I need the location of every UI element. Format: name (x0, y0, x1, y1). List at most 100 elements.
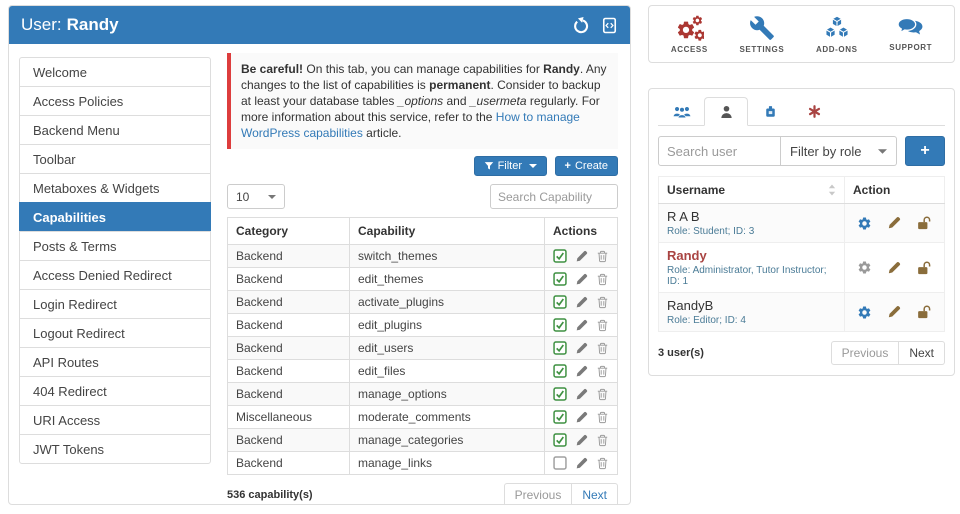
capability-checkbox-icon[interactable] (553, 364, 567, 378)
default-asterisk-icon (808, 105, 821, 118)
visitor-icon (764, 105, 777, 118)
sidebar-item-toolbar[interactable]: Toolbar (19, 144, 211, 174)
settings-sidebar: Welcome Access Policies Backend Menu Too… (19, 57, 211, 505)
edit-capability-icon[interactable] (575, 250, 588, 263)
undo-icon[interactable] (572, 17, 589, 34)
capability-checkbox-icon[interactable] (553, 433, 567, 447)
edit-user-icon[interactable] (887, 305, 901, 319)
delete-capability-icon[interactable] (596, 457, 609, 470)
capability-checkbox-icon[interactable] (553, 272, 567, 286)
edit-capability-icon[interactable] (575, 411, 588, 424)
file-code-icon[interactable] (601, 17, 618, 34)
sidebar-item-api-routes[interactable]: API Routes (19, 347, 211, 377)
user-search-controls: Filter by role + (658, 136, 945, 166)
delete-capability-icon[interactable] (596, 342, 609, 355)
tab-users[interactable] (704, 97, 748, 126)
manage-user-gear-icon[interactable] (857, 305, 872, 320)
next-page-button[interactable]: Next (572, 483, 618, 505)
capability-checkbox-icon[interactable] (553, 295, 567, 309)
delete-capability-icon[interactable] (596, 319, 609, 332)
sidebar-item-logout-redirect[interactable]: Logout Redirect (19, 318, 211, 348)
sidebar-item-capabilities[interactable]: Capabilities (19, 202, 211, 232)
delete-capability-icon[interactable] (596, 296, 609, 309)
lock-user-icon[interactable] (916, 305, 932, 319)
edit-user-icon[interactable] (887, 216, 901, 230)
capability-cell: edit_plugins (350, 314, 545, 337)
capability-checkbox-icon[interactable] (553, 456, 567, 470)
capability-cell: switch_themes (350, 245, 545, 268)
edit-capability-icon[interactable] (575, 319, 588, 332)
tab-roles[interactable] (660, 97, 704, 126)
subject-manager-panel: Filter by role + Username Action R A B R… (648, 88, 955, 376)
previous-page-button[interactable]: Previous (504, 483, 573, 505)
capability-checkbox-icon[interactable] (553, 341, 567, 355)
sidebar-item-posts-terms[interactable]: Posts & Terms (19, 231, 211, 261)
tab-visitors[interactable] (748, 97, 792, 126)
category-cell: Backend (228, 314, 350, 337)
capability-row: Miscellaneous moderate_comments (228, 406, 618, 429)
delete-capability-icon[interactable] (596, 273, 609, 286)
page-size-select[interactable]: 10 (227, 184, 285, 209)
previous-page-button[interactable]: Previous (831, 341, 900, 365)
lock-user-icon[interactable] (916, 216, 932, 230)
sidebar-item-uri-access[interactable]: URI Access (19, 405, 211, 435)
capability-row: Backend edit_plugins (228, 314, 618, 337)
plus-icon: + (920, 142, 929, 160)
username[interactable]: Randy (667, 248, 836, 263)
sidebar-item-backend-menu[interactable]: Backend Menu (19, 115, 211, 145)
lock-user-icon[interactable] (916, 261, 932, 275)
delete-capability-icon[interactable] (596, 388, 609, 401)
manage-user-gear-icon[interactable] (857, 260, 872, 275)
category-cell: Backend (228, 360, 350, 383)
edit-capability-icon[interactable] (575, 388, 588, 401)
caret-down-icon (529, 164, 537, 168)
next-page-button[interactable]: Next (899, 341, 945, 365)
capabilities-pagination: Previous Next (504, 483, 618, 505)
capability-checkbox-icon[interactable] (553, 249, 567, 263)
create-button[interactable]: +Create (555, 156, 618, 176)
sort-icon[interactable] (828, 184, 836, 196)
capability-checkbox-icon[interactable] (553, 410, 567, 424)
menu-item-access[interactable]: ACCESS (671, 14, 708, 54)
sidebar-item-welcome[interactable]: Welcome (19, 57, 211, 87)
username[interactable]: R A B (667, 209, 836, 224)
delete-capability-icon[interactable] (596, 411, 609, 424)
sidebar-item-jwt-tokens[interactable]: JWT Tokens (19, 434, 211, 464)
capability-checkbox-icon[interactable] (553, 318, 567, 332)
capability-row: Backend manage_options (228, 383, 618, 406)
manage-user-gear-icon[interactable] (857, 216, 872, 231)
capability-search-input[interactable] (490, 184, 618, 209)
column-header-capability: Capability (350, 218, 545, 245)
role-filter-select[interactable]: Filter by role (781, 136, 897, 166)
capability-cell: activate_plugins (350, 291, 545, 314)
menu-item-support[interactable]: SUPPORT (889, 17, 932, 52)
sidebar-item-access-policies[interactable]: Access Policies (19, 86, 211, 116)
capability-checkbox-icon[interactable] (553, 387, 567, 401)
edit-capability-icon[interactable] (575, 365, 588, 378)
menu-item-settings[interactable]: SETTINGS (740, 15, 785, 54)
edit-capability-icon[interactable] (575, 457, 588, 470)
filter-button[interactable]: Filter (474, 156, 548, 176)
tab-default[interactable] (792, 97, 836, 126)
wrench-icon (749, 15, 775, 41)
edit-capability-icon[interactable] (575, 342, 588, 355)
sidebar-item-404-redirect[interactable]: 404 Redirect (19, 376, 211, 406)
edit-user-icon[interactable] (887, 261, 901, 275)
user-role-meta: Role: Administrator, Tutor Instructor; I… (667, 265, 836, 287)
delete-capability-icon[interactable] (596, 365, 609, 378)
delete-capability-icon[interactable] (596, 434, 609, 447)
menu-item-addons[interactable]: ADD-ONS (816, 15, 858, 54)
delete-capability-icon[interactable] (596, 250, 609, 263)
capability-row: Backend edit_files (228, 360, 618, 383)
sidebar-item-login-redirect[interactable]: Login Redirect (19, 289, 211, 319)
add-user-button[interactable]: + (905, 136, 945, 166)
username[interactable]: RandyB (667, 298, 836, 313)
user-row: R A B Role: Student; ID: 3 (659, 204, 945, 243)
edit-capability-icon[interactable] (575, 273, 588, 286)
edit-capability-icon[interactable] (575, 296, 588, 309)
edit-capability-icon[interactable] (575, 434, 588, 447)
user-search-input[interactable] (658, 136, 781, 166)
column-header-action: Action (845, 177, 945, 204)
sidebar-item-access-denied-redirect[interactable]: Access Denied Redirect (19, 260, 211, 290)
sidebar-item-metaboxes-widgets[interactable]: Metaboxes & Widgets (19, 173, 211, 203)
